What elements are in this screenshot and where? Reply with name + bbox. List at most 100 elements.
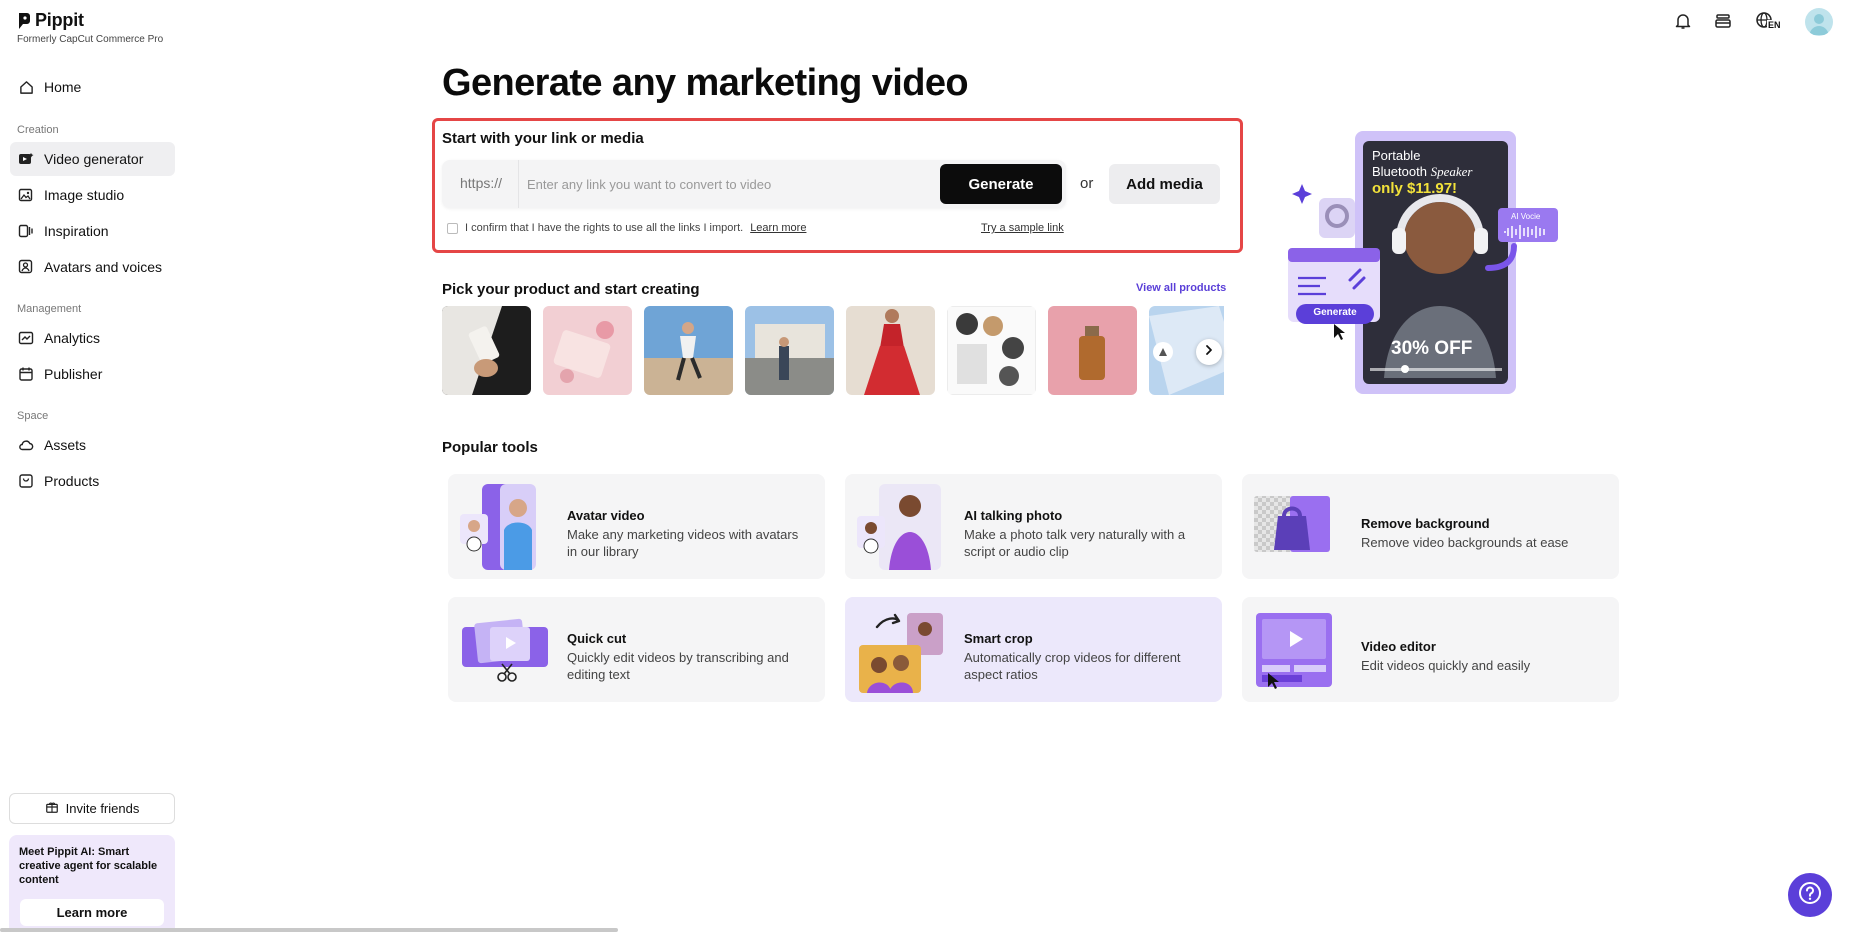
language-badge: EN: [1767, 20, 1782, 30]
sidebar-item-label: Inspiration: [44, 223, 109, 239]
tool-description: Automatically crop videos for different …: [964, 650, 1181, 682]
sidebar-item-image-studio[interactable]: Image studio: [10, 178, 175, 212]
hero-generate-label: Generate: [1313, 307, 1357, 318]
sidebar-item-inspiration[interactable]: Inspiration: [10, 214, 175, 248]
carousel-next-button[interactable]: [1196, 339, 1222, 365]
avatar-voice-icon: [18, 259, 34, 275]
link-input-wrapper: https:// Generate: [442, 160, 1066, 208]
product-thumbnail[interactable]: [745, 306, 834, 395]
invite-friends-button[interactable]: Invite friends: [9, 793, 175, 824]
popular-tools-title: Popular tools: [442, 439, 538, 456]
product-thumbnail[interactable]: [1048, 306, 1137, 395]
hero-line1: Portable: [1372, 148, 1421, 163]
product-thumbnail[interactable]: [644, 306, 733, 395]
product-thumbnails: [442, 306, 1224, 396]
rights-confirm-text: I confirm that I have the rights to use …: [465, 222, 744, 234]
remove-background-illustration-icon: [1254, 494, 1344, 558]
tool-name: Smart crop: [964, 631, 1033, 646]
smart-crop-illustration-icon: [857, 605, 947, 695]
sidebar-item-products[interactable]: Products: [10, 464, 175, 498]
try-sample-link[interactable]: Try a sample link: [981, 222, 1064, 234]
tool-description: Edit videos quickly and easily: [1361, 658, 1531, 673]
page-title: Generate any marketing video: [442, 62, 969, 104]
hero-line2: Bluetooth Speaker: [1372, 164, 1472, 180]
tool-card-remove-background[interactable]: Remove background Remove video backgroun…: [1242, 474, 1619, 579]
sidebar: Pippit Formerly CapCut Commerce Pro Home…: [0, 0, 185, 932]
cloud-icon: [18, 437, 34, 453]
inspiration-icon: [18, 223, 34, 239]
invite-friends-label: Invite friends: [65, 801, 140, 816]
sidebar-item-label: Home: [44, 79, 82, 95]
input-divider: [518, 160, 519, 208]
promo-text: Meet Pippit AI: Smart creative agent for…: [19, 846, 158, 886]
hero-ai-voice-badge: AI Vocie: [1511, 212, 1541, 221]
tray-icon[interactable]: [1710, 8, 1736, 34]
tool-card-quick-cut[interactable]: Quick cut Quickly edit videos by transcr…: [448, 597, 825, 702]
url-input[interactable]: [527, 168, 927, 200]
user-avatar[interactable]: [1805, 8, 1833, 36]
sidebar-item-assets[interactable]: Assets: [10, 428, 175, 462]
hero-illustration: Portable Bluetooth Speaker only $11.97! …: [1288, 128, 1558, 398]
help-question-icon: [1797, 880, 1823, 911]
tool-card-avatar-video[interactable]: Avatar video Make any marketing videos w…: [448, 474, 825, 579]
tool-name: Video editor: [1361, 639, 1436, 654]
help-button[interactable]: [1788, 873, 1832, 917]
link-section-title: Start with your link or media: [442, 130, 644, 147]
brand-name: Pippit: [35, 10, 84, 30]
top-bar-icons: EN: [1670, 8, 1850, 36]
hero-price: only $11.97!: [1372, 180, 1458, 197]
sidebar-item-label: Assets: [44, 437, 87, 453]
add-media-button[interactable]: Add media: [1109, 164, 1220, 204]
sidebar-item-publisher[interactable]: Publisher: [10, 357, 175, 391]
sidebar-item-video-generator[interactable]: Video generator: [10, 142, 175, 176]
tool-description: Remove video backgrounds at ease: [1361, 535, 1569, 550]
sidebar-item-label: Publisher: [44, 366, 103, 382]
tool-name: AI talking photo: [964, 508, 1063, 523]
analytics-icon: [18, 330, 34, 346]
sidebar-item-label: Image studio: [44, 187, 125, 203]
promo-learn-more-button[interactable]: Learn more: [20, 899, 164, 926]
tool-description: Quickly edit videos by transcribing and …: [567, 650, 789, 682]
tool-name: Avatar video: [567, 508, 645, 523]
tool-card-ai-talking-photo[interactable]: AI talking photo Make a photo talk very …: [845, 474, 1222, 579]
tool-card-smart-crop[interactable]: Smart crop Automatically crop videos for…: [845, 597, 1222, 702]
product-thumbnail[interactable]: [543, 306, 632, 395]
video-generator-icon: [18, 151, 34, 167]
rights-confirm-checkbox[interactable]: [447, 222, 458, 234]
view-all-products-link[interactable]: View all products: [1136, 282, 1226, 294]
quick-cut-illustration-icon: [460, 609, 550, 699]
product-thumbnail[interactable]: [846, 306, 935, 395]
sidebar-item-analytics[interactable]: Analytics: [10, 321, 175, 355]
gift-icon: [45, 800, 59, 817]
horizontal-scrollbar[interactable]: [0, 928, 618, 932]
home-icon: [18, 79, 34, 95]
language-globe-icon[interactable]: EN: [1750, 8, 1782, 34]
video-editor-illustration-icon: [1254, 611, 1344, 701]
generate-button[interactable]: Generate: [940, 164, 1062, 204]
tool-name: Quick cut: [567, 631, 627, 646]
sidebar-item-avatars-voices[interactable]: Avatars and voices: [10, 250, 175, 284]
product-box-icon: [18, 473, 34, 489]
calendar-icon: [18, 366, 34, 382]
avatar-video-illustration-icon: [460, 482, 550, 572]
sidebar-item-home[interactable]: Home: [10, 70, 175, 104]
product-thumbnail[interactable]: [947, 306, 1036, 395]
tool-card-video-editor[interactable]: Video editor Edit videos quickly and eas…: [1242, 597, 1619, 702]
sidebar-item-label: Video generator: [44, 151, 144, 167]
url-prefix-label: https://: [460, 175, 503, 191]
section-label-creation: Creation: [17, 124, 59, 136]
pippit-logo-icon: [17, 12, 31, 30]
image-studio-icon: [18, 187, 34, 203]
sidebar-item-label: Avatars and voices: [44, 259, 163, 275]
brand-logo[interactable]: Pippit: [17, 10, 84, 31]
product-thumbnail[interactable]: [442, 306, 531, 395]
rights-confirm-row: I confirm that I have the rights to use …: [447, 222, 806, 234]
talking-photo-illustration-icon: [857, 482, 947, 572]
notification-bell-icon[interactable]: [1670, 8, 1696, 34]
or-label: or: [1080, 175, 1094, 192]
learn-more-link[interactable]: Learn more: [750, 222, 806, 234]
promo-card: Meet Pippit AI: Smart creative agent for…: [9, 835, 175, 932]
products-section-title: Pick your product and start creating: [442, 281, 700, 298]
tool-name: Remove background: [1361, 516, 1490, 531]
sidebar-item-label: Products: [44, 473, 100, 489]
